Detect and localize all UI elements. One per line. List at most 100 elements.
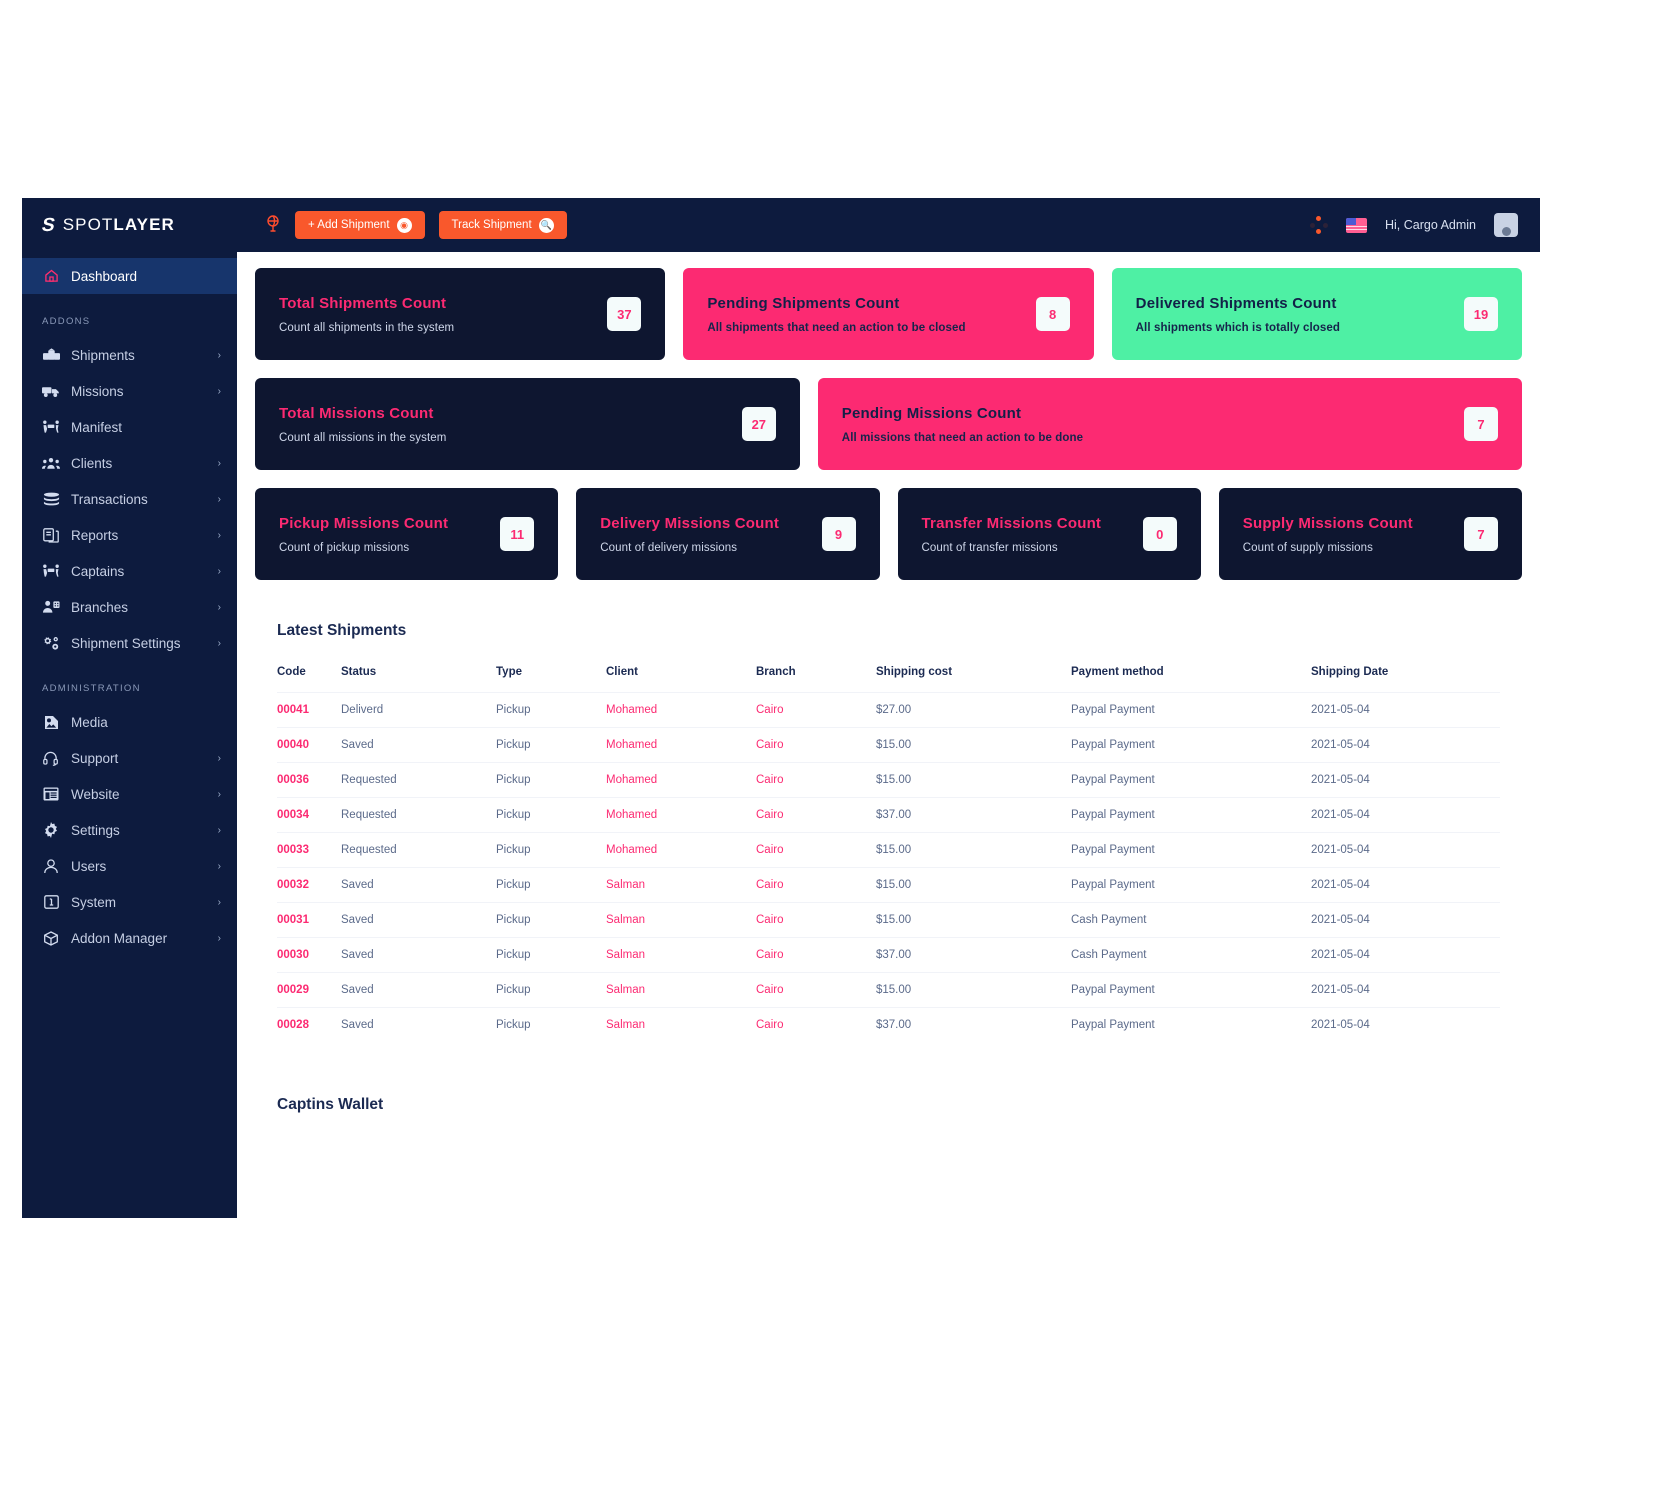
cell-cost: $37.00 xyxy=(876,1007,1071,1042)
sidebar-item-captains[interactable]: Captains › xyxy=(22,553,237,589)
sidebar-item-addon-manager[interactable]: Addon Manager › xyxy=(22,920,237,956)
cell-cost: $15.00 xyxy=(876,727,1071,763)
sidebar-item-system[interactable]: System › xyxy=(22,884,237,920)
add-shipment-button[interactable]: + Add Shipment ◉ xyxy=(295,211,425,239)
card-pending-shipments[interactable]: Pending Shipments Count All shipments th… xyxy=(683,268,1094,360)
card-value-badge: 7 xyxy=(1464,407,1498,441)
cell-status: Saved xyxy=(341,867,496,903)
coins-icon xyxy=(42,491,60,507)
track-shipment-button[interactable]: Track Shipment 🔍 xyxy=(438,211,567,239)
globe-icon[interactable] xyxy=(265,215,281,235)
card-value-badge: 37 xyxy=(607,297,642,331)
main-area: + Add Shipment ◉ Track Shipment 🔍 Hi, Ca… xyxy=(237,198,1540,1218)
cell-date: 2021-05-04 xyxy=(1311,902,1500,938)
headset-icon xyxy=(42,750,60,766)
chevron-right-icon: › xyxy=(217,529,221,541)
sidebar-item-label: Branches xyxy=(71,599,129,615)
table-row[interactable]: 00036 Requested Pickup Mohamed Cairo $15.00 Pa… xyxy=(277,762,1500,798)
sidebar-item-shipment-settings[interactable]: Shipment Settings › xyxy=(22,625,237,661)
cell-code: 00032 xyxy=(277,867,341,903)
sidebar-item-support[interactable]: Support › xyxy=(22,740,237,776)
table-row[interactable]: 00028 Saved Pickup Salman Cairo $37.00 Paypal … xyxy=(277,1007,1500,1042)
cell-branch: Cairo xyxy=(756,972,876,1008)
cell-branch: Cairo xyxy=(756,937,876,973)
table-header-client: Client xyxy=(606,666,638,678)
card-title: Delivery Missions Count xyxy=(600,514,780,532)
card-transfer-missions[interactable]: Transfer Missions Count Count of transfe… xyxy=(897,488,1201,580)
sidebar-item-settings[interactable]: Settings › xyxy=(22,812,237,848)
sidebar-item-reports[interactable]: Reports › xyxy=(22,517,237,553)
sidebar-item-transactions[interactable]: Transactions › xyxy=(22,481,237,517)
table-row[interactable]: 00029 Saved Pickup Salman Cairo $15.00 Paypal … xyxy=(277,972,1500,1008)
cell-client: Salman xyxy=(606,1007,756,1042)
search-icon: 🔍 xyxy=(538,217,554,233)
table-row[interactable]: 00030 Saved Pickup Salman Cairo $37.00 Cash Pa… xyxy=(277,937,1500,973)
chevron-right-icon: › xyxy=(217,457,221,469)
table-row[interactable]: 00032 Saved Pickup Salman Cairo $15.00 Paypal … xyxy=(277,867,1500,903)
card-value-badge: 19 xyxy=(1463,297,1498,331)
cell-status: Saved xyxy=(341,902,496,938)
cell-cost: $15.00 xyxy=(876,972,1071,1008)
chevron-right-icon: › xyxy=(217,637,221,649)
sidebar-item-missions[interactable]: Missions › xyxy=(22,373,237,409)
card-total-missions[interactable]: Total Missions Count Count all missions … xyxy=(255,378,800,470)
apps-grid-icon[interactable] xyxy=(1309,216,1328,234)
cell-code: 00040 xyxy=(277,727,341,763)
sidebar-item-website[interactable]: Website › xyxy=(22,776,237,812)
cell-branch: Cairo xyxy=(756,832,876,868)
brand-name-bold: LAYER xyxy=(113,215,175,234)
table-row[interactable]: 00041 Deliverd Pickup Mohamed Cairo $27.00 Pay… xyxy=(277,692,1500,728)
card-title: Transfer Missions Count xyxy=(921,514,1102,532)
table-header-shipping-date: Shipping Date xyxy=(1311,666,1389,678)
card-title: Pickup Missions Count xyxy=(279,514,449,532)
cell-cost: $15.00 xyxy=(876,902,1071,938)
cell-date: 2021-05-04 xyxy=(1311,1007,1500,1042)
card-delivered-shipments[interactable]: Delivered Shipments Count All shipments … xyxy=(1111,268,1522,360)
card-title: Supply Missions Count xyxy=(1242,514,1413,532)
cell-status: Saved xyxy=(341,727,496,763)
table-row[interactable]: 00034 Requested Pickup Mohamed Cairo $37.00 Pa… xyxy=(277,797,1500,833)
card-title: Pending Shipments Count xyxy=(707,294,900,312)
sidebar-item-clients[interactable]: Clients › xyxy=(22,445,237,481)
brand-name-light: SPOT xyxy=(62,215,114,234)
user-icon xyxy=(42,858,60,874)
cell-cost: $15.00 xyxy=(876,762,1071,798)
card-subtitle: All shipments that need an action to be … xyxy=(707,321,966,334)
cell-payment: Paypal Payment xyxy=(1071,867,1311,903)
cell-type: Pickup xyxy=(496,727,606,763)
table-header-status: Status xyxy=(341,666,377,678)
sidebar-item-branches[interactable]: Branches › xyxy=(22,589,237,625)
cell-date: 2021-05-04 xyxy=(1311,937,1500,973)
table-row[interactable]: 00031 Saved Pickup Salman Cairo $15.00 Cash Pa… xyxy=(277,902,1500,938)
card-pending-missions[interactable]: Pending Missions Count All missions that… xyxy=(817,378,1522,470)
card-delivery-missions[interactable]: Delivery Missions Count Count of deliver… xyxy=(576,488,880,580)
cell-code: 00036 xyxy=(277,762,341,798)
sidebar-item-label: Website xyxy=(71,786,120,802)
sidebar-item-dashboard[interactable]: Dashboard xyxy=(22,258,237,294)
table-row[interactable]: 00040 Saved Pickup Mohamed Cairo $15.00 Paypal… xyxy=(277,727,1500,763)
us-flag-icon[interactable] xyxy=(1345,217,1367,233)
sidebar-item-users[interactable]: Users › xyxy=(22,848,237,884)
sidebar-item-shipments[interactable]: Shipments › xyxy=(22,337,237,373)
cell-code: 00028 xyxy=(277,1007,341,1042)
browser-window-icon xyxy=(42,786,60,802)
cell-date: 2021-05-04 xyxy=(1311,867,1500,903)
card-pickup-missions[interactable]: Pickup Missions Count Count of pickup mi… xyxy=(255,488,559,580)
sidebar-item-manifest[interactable]: Manifest xyxy=(22,409,237,445)
brand-logo[interactable]: S SPOTLAYER xyxy=(22,198,237,252)
cell-client: Salman xyxy=(606,972,756,1008)
cell-branch: Cairo xyxy=(756,902,876,938)
cell-date: 2021-05-04 xyxy=(1311,972,1500,1008)
gear-icon xyxy=(42,822,60,838)
avatar[interactable] xyxy=(1494,213,1518,237)
people-carry-icon xyxy=(42,419,60,435)
table-row[interactable]: 00033 Requested Pickup Mohamed Cairo $15.00 Pa… xyxy=(277,832,1500,868)
box-icon xyxy=(42,347,60,363)
sidebar-item-label: Reports xyxy=(71,527,119,543)
cell-type: Pickup xyxy=(496,797,606,833)
card-supply-missions[interactable]: Supply Missions Count Count of supply mi… xyxy=(1218,488,1522,580)
card-total-shipments[interactable]: Total Shipments Count Count all shipment… xyxy=(255,268,666,360)
sidebar-item-label: Captains xyxy=(71,563,125,579)
sidebar-item-media[interactable]: Media xyxy=(22,704,237,740)
cell-payment: Paypal Payment xyxy=(1071,692,1311,728)
